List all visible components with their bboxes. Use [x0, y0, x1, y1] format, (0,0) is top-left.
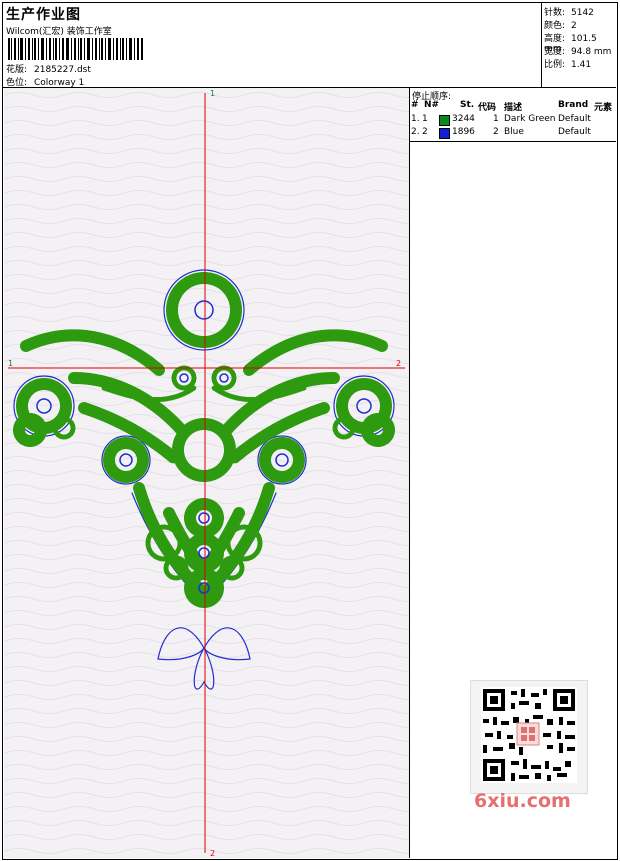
row-brand: Default [558, 127, 591, 137]
stat-colors: 颜色: 2 [544, 18, 577, 31]
embroidery-canvas: 1 2 1 2 [4, 88, 409, 858]
sequence-row[interactable]: 1. 1 3244 1 Dark Green Default [410, 114, 616, 126]
colorway-line: 色位: Colorway 1 [6, 75, 84, 88]
col-header: Brand [558, 100, 589, 110]
row-index: 2. [411, 127, 420, 137]
stat-scale: 比例: 1.41 [544, 57, 591, 70]
axis-label-top: 1 [210, 89, 215, 98]
stat-label: 比例: [544, 60, 566, 70]
header-panel: 生产作业图 Wilcom(汇宏) 装饰工作室 花版: 2185227.dst 色位… [2, 2, 542, 88]
pattern-value: 2185227.dst [34, 65, 91, 75]
colorway-label: 色位: [6, 78, 28, 88]
stat-width: 宽度: 94.8 mm [544, 44, 611, 57]
qr-code-image [470, 680, 588, 794]
axis-label-right: 2 [396, 359, 401, 368]
row-index: 1. [411, 114, 420, 124]
col-header: N# [424, 100, 440, 110]
stat-value: 94.8 mm [571, 47, 612, 57]
sequence-row[interactable]: 2. 2 1896 2 Blue Default [410, 127, 616, 139]
stat-label: 针数: [544, 8, 566, 18]
row-needle: 2 [422, 127, 428, 137]
row-description: Dark Green [504, 114, 556, 124]
col-header: 元素 [594, 103, 613, 113]
stop-sequence-panel: 停止顺序: # N# St. 代码 描述 Brand 元素 1. 1 3244 … [410, 88, 616, 142]
thread-swatch-green [439, 115, 450, 126]
stat-label: 宽度: [544, 47, 566, 57]
barcode-image [8, 38, 143, 60]
row-description: Blue [504, 127, 524, 137]
page-title: 生产作业图 [6, 7, 81, 23]
stat-stitches: 针数: 5142 [544, 5, 594, 18]
stat-value: 5142 [571, 8, 594, 18]
pattern-label: 花版: [6, 65, 28, 75]
axis-label-left: 1 [8, 359, 13, 368]
row-needle: 1 [422, 114, 428, 124]
sequence-header-row: # N# St. 代码 描述 Brand 元素 [410, 100, 616, 113]
design-preview[interactable]: 1 2 1 2 [4, 88, 410, 858]
row-stitches: 3244 [452, 114, 475, 124]
stats-panel: 针数: 5142 颜色: 2 高度: 101.5 mm 宽度: 94.8 mm 比例: 1… [542, 2, 616, 88]
col-header: # [411, 100, 419, 110]
pattern-line: 花版: 2185227.dst [6, 62, 91, 75]
thread-swatch-blue [439, 128, 450, 139]
stat-label: 高度: [544, 34, 566, 44]
stat-value: 2 [571, 21, 577, 31]
watermark-text: 6xiu.com [474, 790, 571, 812]
stat-label: 颜色: [544, 21, 566, 31]
col-header: 代码 [478, 103, 497, 113]
stat-value: 1.41 [571, 60, 592, 70]
col-header: 描述 [504, 103, 523, 113]
row-stitches: 1896 [452, 127, 475, 137]
colorway-value: Colorway 1 [34, 78, 85, 88]
axis-label-bottom: 2 [210, 849, 215, 858]
row-code: 2 [493, 127, 499, 137]
col-header: St. [460, 100, 475, 110]
row-brand: Default [558, 114, 591, 124]
row-code: 1 [493, 114, 499, 124]
software-subtitle: Wilcom(汇宏) 装饰工作室 [6, 27, 112, 37]
